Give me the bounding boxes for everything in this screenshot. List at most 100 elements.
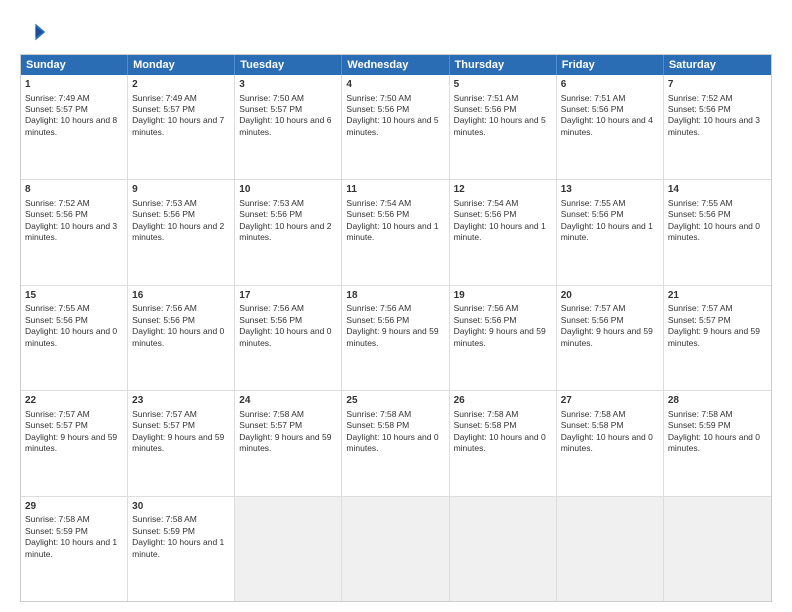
calendar-header-cell: Saturday — [664, 55, 771, 75]
calendar-cell — [450, 497, 557, 601]
day-info: Sunrise: 7:50 AM Sunset: 5:57 PM Dayligh… — [239, 93, 331, 137]
day-number: 20 — [561, 289, 659, 303]
day-info: Sunrise: 7:53 AM Sunset: 5:56 PM Dayligh… — [132, 198, 224, 242]
calendar-body: 1Sunrise: 7:49 AM Sunset: 5:57 PM Daylig… — [21, 75, 771, 601]
day-info: Sunrise: 7:53 AM Sunset: 5:56 PM Dayligh… — [239, 198, 331, 242]
day-info: Sunrise: 7:51 AM Sunset: 5:56 PM Dayligh… — [561, 93, 653, 137]
day-info: Sunrise: 7:54 AM Sunset: 5:56 PM Dayligh… — [454, 198, 546, 242]
calendar-cell: 8Sunrise: 7:52 AM Sunset: 5:56 PM Daylig… — [21, 180, 128, 284]
calendar-row: 8Sunrise: 7:52 AM Sunset: 5:56 PM Daylig… — [21, 180, 771, 285]
day-info: Sunrise: 7:52 AM Sunset: 5:56 PM Dayligh… — [25, 198, 117, 242]
calendar-cell: 22Sunrise: 7:57 AM Sunset: 5:57 PM Dayli… — [21, 391, 128, 495]
day-info: Sunrise: 7:58 AM Sunset: 5:58 PM Dayligh… — [561, 409, 653, 453]
calendar-header-cell: Sunday — [21, 55, 128, 75]
calendar-cell: 4Sunrise: 7:50 AM Sunset: 5:56 PM Daylig… — [342, 75, 449, 179]
calendar-cell: 24Sunrise: 7:58 AM Sunset: 5:57 PM Dayli… — [235, 391, 342, 495]
day-number: 13 — [561, 183, 659, 197]
calendar-header-cell: Friday — [557, 55, 664, 75]
calendar-cell: 3Sunrise: 7:50 AM Sunset: 5:57 PM Daylig… — [235, 75, 342, 179]
calendar-cell — [342, 497, 449, 601]
day-info: Sunrise: 7:58 AM Sunset: 5:58 PM Dayligh… — [346, 409, 438, 453]
calendar-cell: 23Sunrise: 7:57 AM Sunset: 5:57 PM Dayli… — [128, 391, 235, 495]
calendar-row: 22 Sunrise: 7:57 AM Sunset: 5:57 PM Dayli… — [21, 391, 771, 496]
day-number: 10 — [239, 183, 337, 197]
day-number: 15 — [25, 289, 123, 303]
calendar-cell: 20Sunrise: 7:57 AM Sunset: 5:56 PM Dayli… — [557, 286, 664, 390]
day-info: Sunrise: 7:55 AM Sunset: 5:56 PM Dayligh… — [25, 303, 117, 347]
day-info: Sunrise: 7:56 AM Sunset: 5:56 PM Dayligh… — [239, 303, 331, 347]
calendar-cell — [664, 497, 771, 601]
calendar-row: 15Sunrise: 7:55 AM Sunset: 5:56 PM Dayli… — [21, 286, 771, 391]
day-number: 18 — [346, 289, 444, 303]
calendar-header-cell: Tuesday — [235, 55, 342, 75]
day-info: Sunrise: 7:56 AM Sunset: 5:56 PM Dayligh… — [132, 303, 224, 347]
day-info: Sunrise: 7:58 AM Sunset: 5:58 PM Dayligh… — [454, 409, 546, 453]
day-number: 22 — [25, 394, 123, 408]
calendar-cell: 12Sunrise: 7:54 AM Sunset: 5:56 PM Dayli… — [450, 180, 557, 284]
day-number: 5 — [454, 78, 552, 92]
calendar-cell — [235, 497, 342, 601]
calendar-cell: 25Sunrise: 7:58 AM Sunset: 5:58 PM Dayli… — [342, 391, 449, 495]
calendar-cell: 18Sunrise: 7:56 AM Sunset: 5:56 PM Dayli… — [342, 286, 449, 390]
calendar-header-cell: Thursday — [450, 55, 557, 75]
calendar-header: SundayMondayTuesdayWednesdayThursdayFrid… — [21, 55, 771, 75]
calendar-cell: 19Sunrise: 7:56 AM Sunset: 5:56 PM Dayli… — [450, 286, 557, 390]
day-info: Sunrise: 7:49 AM Sunset: 5:57 PM Dayligh… — [132, 93, 224, 137]
calendar-cell: 5Sunrise: 7:51 AM Sunset: 5:56 PM Daylig… — [450, 75, 557, 179]
day-number: 21 — [668, 289, 767, 303]
calendar-cell: 15Sunrise: 7:55 AM Sunset: 5:56 PM Dayli… — [21, 286, 128, 390]
day-number: 27 — [561, 394, 659, 408]
day-info: Sunrise: 7:56 AM Sunset: 5:56 PM Dayligh… — [346, 303, 438, 347]
day-number: 11 — [346, 183, 444, 197]
day-info: Sunrise: 7:58 AM Sunset: 5:59 PM Dayligh… — [25, 514, 117, 558]
day-info: Sunrise: 7:55 AM Sunset: 5:56 PM Dayligh… — [561, 198, 653, 242]
day-info: Sunrise: 7:51 AM Sunset: 5:56 PM Dayligh… — [454, 93, 546, 137]
calendar-cell: 17Sunrise: 7:56 AM Sunset: 5:56 PM Dayli… — [235, 286, 342, 390]
day-info: Sunrise: 7:58 AM Sunset: 5:59 PM Dayligh… — [132, 514, 224, 558]
day-number: 17 — [239, 289, 337, 303]
day-number: 2 — [132, 78, 230, 92]
calendar-cell: 26Sunrise: 7:58 AM Sunset: 5:58 PM Dayli… — [450, 391, 557, 495]
day-info: Sunrise: 7:49 AM Sunset: 5:57 PM Dayligh… — [25, 93, 117, 137]
day-number: 19 — [454, 289, 552, 303]
day-number: 25 — [346, 394, 444, 408]
calendar-cell: 14Sunrise: 7:55 AM Sunset: 5:56 PM Dayli… — [664, 180, 771, 284]
day-number: 7 — [668, 78, 767, 92]
calendar-cell: 30Sunrise: 7:58 AM Sunset: 5:59 PM Dayli… — [128, 497, 235, 601]
calendar-row: 1Sunrise: 7:49 AM Sunset: 5:57 PM Daylig… — [21, 75, 771, 180]
day-info: Sunrise: 7:57 AM Sunset: 5:57 PM Dayligh… — [668, 303, 760, 347]
day-info: Sunrise: 7:55 AM Sunset: 5:56 PM Dayligh… — [668, 198, 760, 242]
calendar-cell: 28Sunrise: 7:58 AM Sunset: 5:59 PM Dayli… — [664, 391, 771, 495]
logo-icon — [20, 18, 48, 46]
calendar-header-cell: Wednesday — [342, 55, 449, 75]
day-info: Sunrise: 7:52 AM Sunset: 5:56 PM Dayligh… — [668, 93, 760, 137]
calendar-cell: 9Sunrise: 7:53 AM Sunset: 5:56 PM Daylig… — [128, 180, 235, 284]
day-number: 14 — [668, 183, 767, 197]
calendar-cell: 10Sunrise: 7:53 AM Sunset: 5:56 PM Dayli… — [235, 180, 342, 284]
calendar-cell: 1Sunrise: 7:49 AM Sunset: 5:57 PM Daylig… — [21, 75, 128, 179]
day-number: 16 — [132, 289, 230, 303]
calendar-cell: 21Sunrise: 7:57 AM Sunset: 5:57 PM Dayli… — [664, 286, 771, 390]
day-info: Sunrise: 7:58 AM Sunset: 5:57 PM Dayligh… — [239, 409, 331, 453]
day-number: 12 — [454, 183, 552, 197]
day-number: 6 — [561, 78, 659, 92]
day-number: 24 — [239, 394, 337, 408]
calendar-cell: 2Sunrise: 7:49 AM Sunset: 5:57 PM Daylig… — [128, 75, 235, 179]
day-number: 8 — [25, 183, 123, 197]
calendar-cell: 6Sunrise: 7:51 AM Sunset: 5:56 PM Daylig… — [557, 75, 664, 179]
calendar-cell: 16Sunrise: 7:56 AM Sunset: 5:56 PM Dayli… — [128, 286, 235, 390]
day-number: 3 — [239, 78, 337, 92]
header — [20, 18, 772, 46]
calendar-cell: 27Sunrise: 7:58 AM Sunset: 5:58 PM Dayli… — [557, 391, 664, 495]
calendar-cell — [557, 497, 664, 601]
day-info: Sunrise: 7:56 AM Sunset: 5:56 PM Dayligh… — [454, 303, 546, 347]
day-info: Sunrise: 7:57 AM Sunset: 5:56 PM Dayligh… — [561, 303, 653, 347]
day-info: Sunrise: 7:57 AM Sunset: 5:57 PM Dayligh… — [132, 409, 224, 453]
calendar: SundayMondayTuesdayWednesdayThursdayFrid… — [20, 54, 772, 602]
logo — [20, 18, 52, 46]
day-number: 26 — [454, 394, 552, 408]
day-number: 30 — [132, 500, 230, 514]
day-number: 28 — [668, 394, 767, 408]
calendar-cell: 29Sunrise: 7:58 AM Sunset: 5:59 PM Dayli… — [21, 497, 128, 601]
page: SundayMondayTuesdayWednesdayThursdayFrid… — [0, 0, 792, 612]
